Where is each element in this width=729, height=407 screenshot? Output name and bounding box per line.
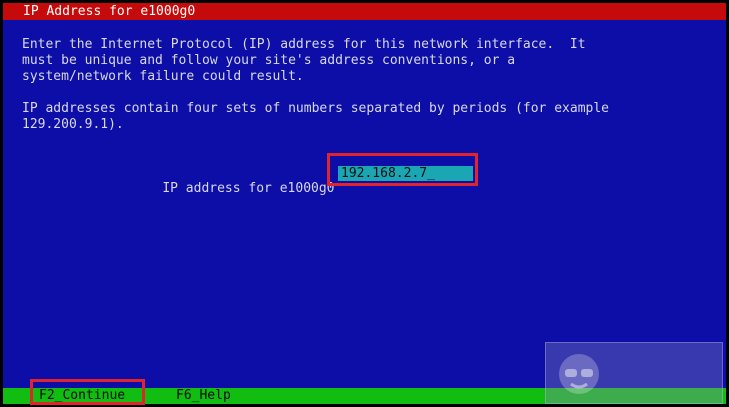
text-cursor: _	[427, 166, 435, 181]
f2-continue-key[interactable]: F2_Continue	[39, 388, 125, 404]
ip-address-value: 192.168.2.7	[341, 166, 428, 181]
mascot-icon	[559, 354, 599, 394]
ip-address-row: IP address for e1000g0	[131, 165, 334, 196]
instruction-text: Enter the Internet Protocol (IP) address…	[22, 37, 586, 84]
window-title: IP Address for e1000g0	[3, 3, 726, 20]
f6-help-key[interactable]: F6_Help	[176, 388, 231, 404]
watermark	[545, 342, 723, 404]
ip-address-input[interactable]: 192.168.2.7_	[338, 166, 473, 181]
ip-address-label: IP address for e1000g0	[162, 181, 335, 196]
example-text: IP addresses contain four sets of number…	[22, 101, 609, 132]
